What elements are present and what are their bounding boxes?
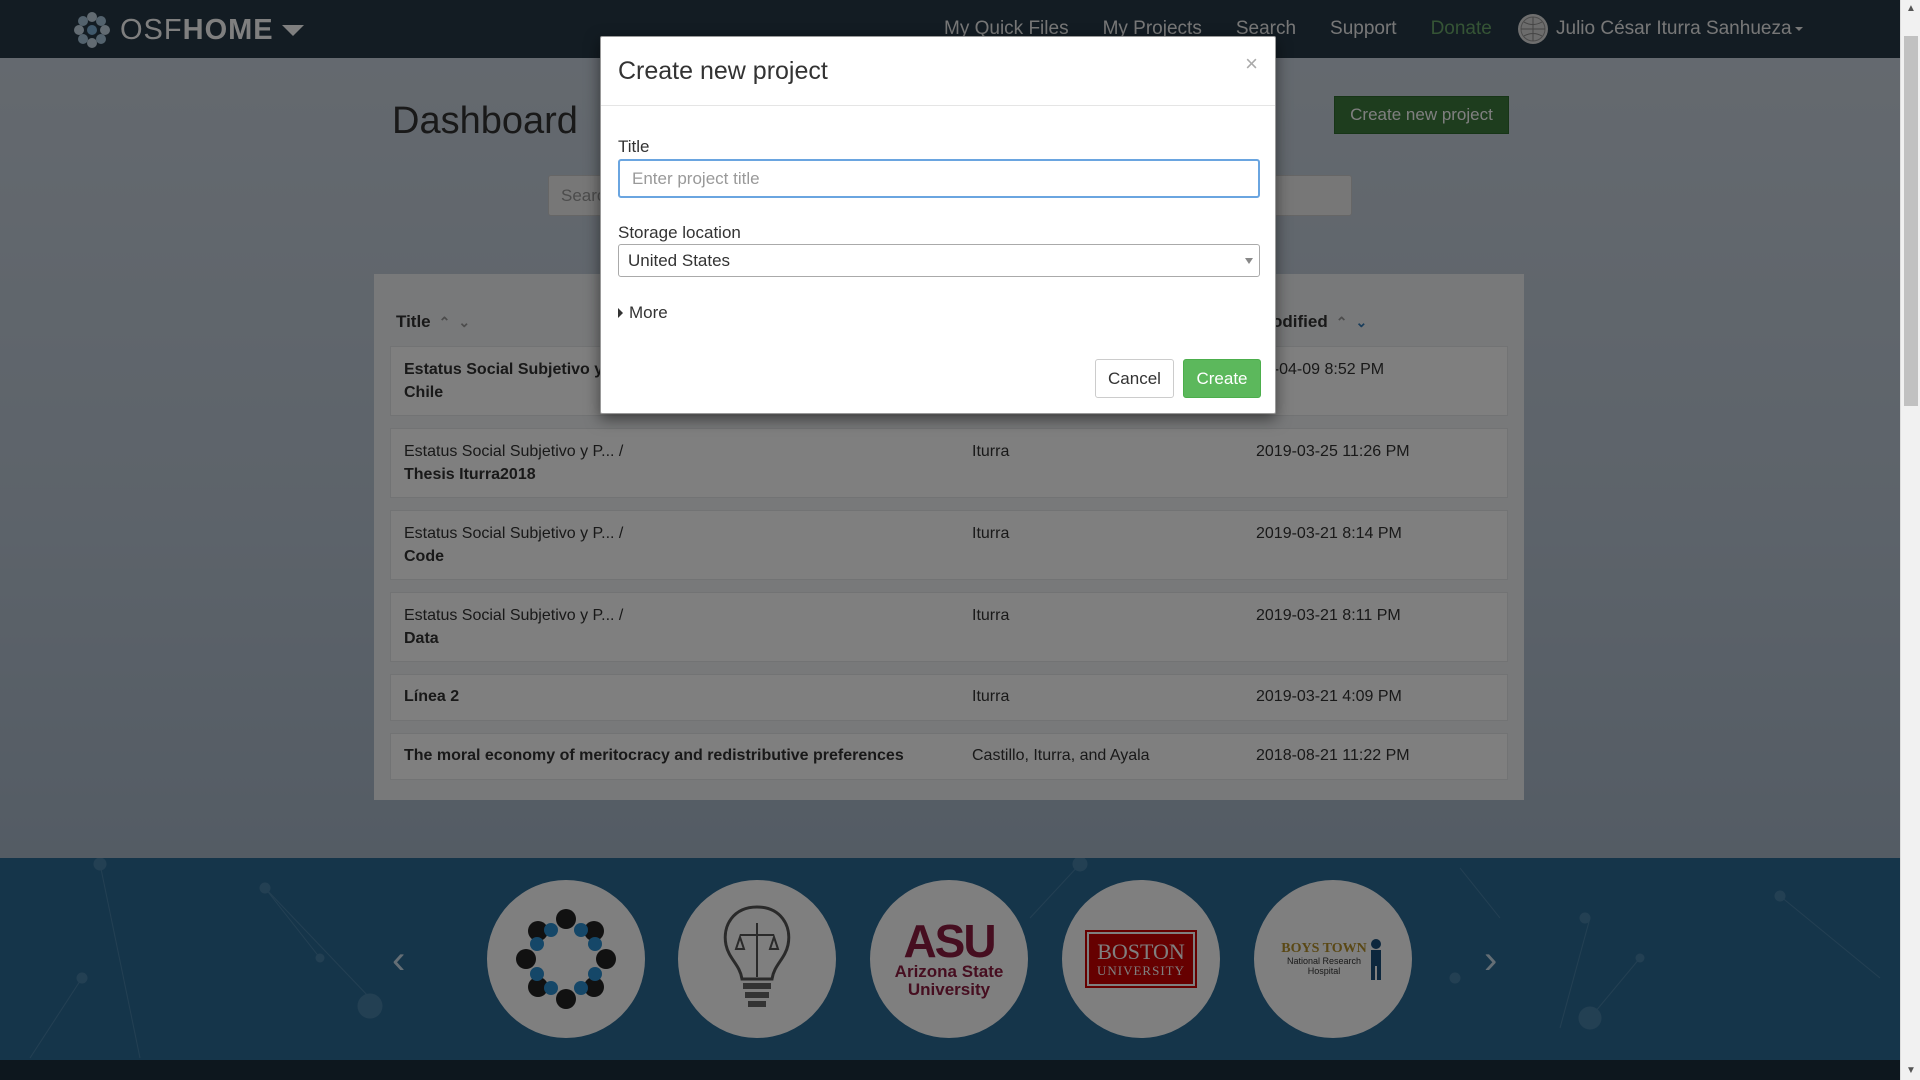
vertical-scrollbar[interactable]: ▲ ▼ [1900,0,1920,1080]
storage-location-label: Storage location [618,223,741,242]
project-title-input[interactable] [618,159,1260,198]
storage-location-select[interactable]: United States [618,244,1260,277]
create-button[interactable]: Create [1183,359,1261,398]
scrollbar-thumb[interactable] [1904,36,1918,406]
modal-header: Create new project × [601,37,1275,106]
more-toggle[interactable]: More [618,303,668,323]
close-icon[interactable]: × [1245,51,1258,77]
cancel-button[interactable]: Cancel [1095,359,1174,398]
modal-title: Create new project [618,57,828,85]
scroll-up-icon[interactable]: ▲ [1901,0,1920,18]
more-label: More [629,303,668,322]
create-project-modal: Create new project × Title Storage locat… [600,36,1276,414]
caret-right-icon [618,308,623,318]
title-label: Title [618,137,650,156]
storage-location-value: United States [628,251,731,270]
chevron-down-icon [1245,258,1253,264]
scroll-down-icon[interactable]: ▼ [1901,1062,1920,1080]
